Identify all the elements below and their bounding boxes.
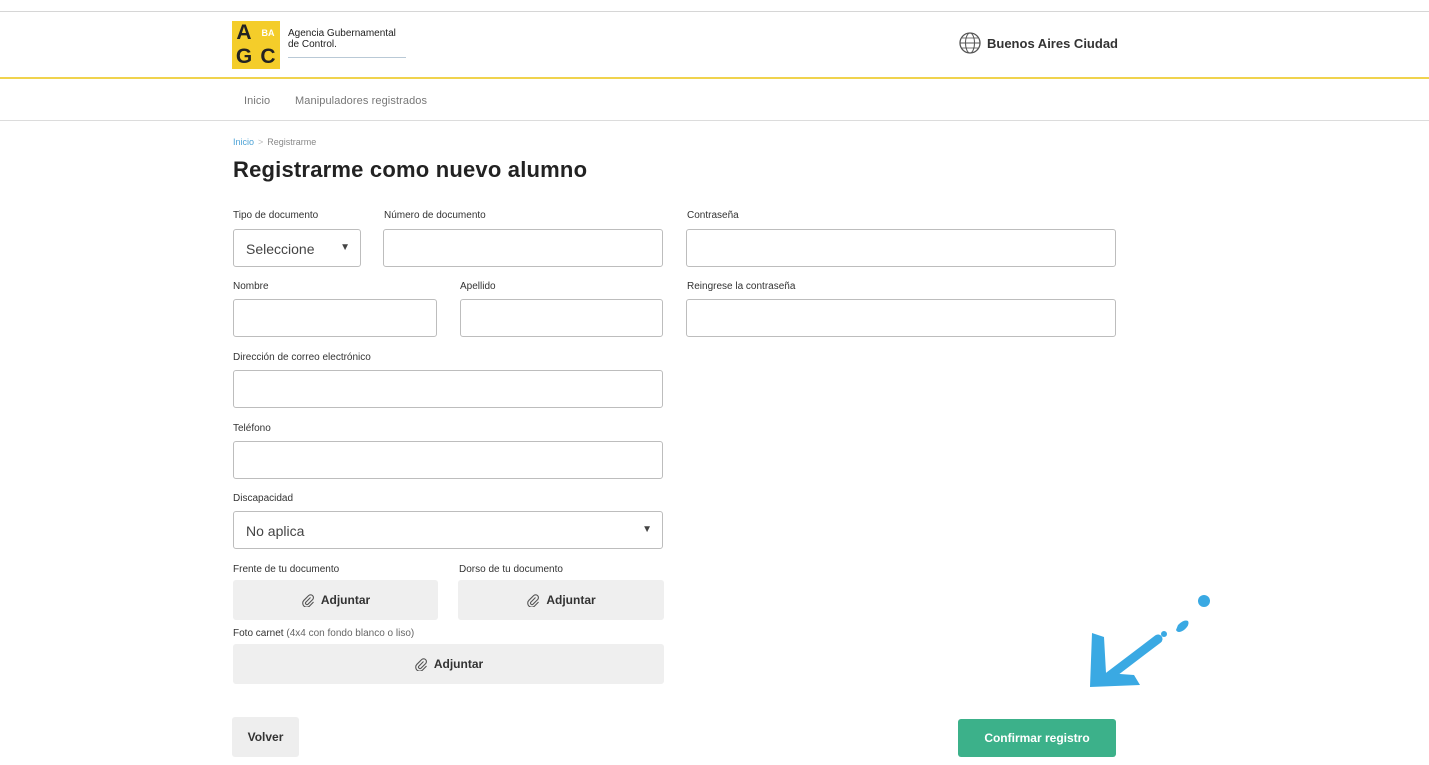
- foto-carnet-adjuntar-label: Adjuntar: [433, 657, 484, 671]
- annotation-arrow-icon: [1090, 595, 1210, 687]
- frente-adjuntar-label: Adjuntar: [320, 593, 371, 607]
- telefono-label: Teléfono: [233, 423, 271, 434]
- city-brand-label: Buenos Aires Ciudad: [987, 35, 1118, 51]
- back-button[interactable]: Volver: [232, 717, 299, 757]
- agency-name-line1: Agencia Gubernamental: [288, 28, 396, 39]
- dorso-documento-label: Dorso de tu documento: [459, 564, 563, 575]
- foto-carnet-label: Foto carnet (4x4 con fondo blanco o liso…: [233, 628, 414, 639]
- agency-name-line2: de Control.: [288, 39, 337, 50]
- numero-documento-input[interactable]: [383, 229, 663, 267]
- discapacidad-select[interactable]: No aplica ▼: [233, 511, 663, 549]
- breadcrumb: Inicio > Registrarme: [233, 137, 316, 147]
- contrasena-input[interactable]: [686, 229, 1116, 267]
- caret-down-icon: ▼: [340, 242, 350, 253]
- tipo-documento-label: Tipo de documento: [233, 210, 319, 221]
- nav-item-manipuladores[interactable]: Manipuladores registrados: [295, 95, 427, 107]
- foto-carnet-label-main: Foto carnet: [233, 628, 284, 639]
- paperclip-icon: [527, 594, 540, 607]
- telefono-input[interactable]: [233, 441, 663, 479]
- reingrese-contrasena-label: Reingrese la contraseña: [687, 281, 796, 292]
- dorso-adjuntar-label: Adjuntar: [546, 593, 596, 607]
- confirm-registration-button[interactable]: Confirmar registro: [958, 719, 1116, 757]
- dorso-adjuntar-button[interactable]: Adjuntar: [458, 580, 664, 620]
- logo-letter-g: G: [232, 45, 256, 69]
- nav-item-inicio[interactable]: Inicio: [244, 95, 270, 107]
- frente-adjuntar-button[interactable]: Adjuntar: [233, 580, 438, 620]
- top-divider: [0, 11, 1429, 12]
- contrasena-label: Contraseña: [687, 210, 739, 221]
- apellido-input[interactable]: [460, 299, 663, 337]
- email-input[interactable]: [233, 370, 663, 408]
- email-label: Dirección de correo electrónico: [233, 352, 371, 363]
- tipo-documento-value: Seleccione: [246, 241, 315, 257]
- agency-name: Agencia Gubernamental de Control.: [288, 28, 396, 50]
- foto-carnet-adjuntar-button[interactable]: Adjuntar: [233, 644, 664, 684]
- discapacidad-label: Discapacidad: [233, 493, 294, 504]
- nombre-input[interactable]: [233, 299, 437, 337]
- breadcrumb-separator: >: [258, 137, 264, 147]
- paperclip-icon: [302, 594, 314, 607]
- city-brand[interactable]: Buenos Aires Ciudad: [959, 32, 1118, 54]
- apellido-label: Apellido: [460, 281, 496, 292]
- agency-underline: [288, 57, 406, 58]
- numero-documento-label: Número de documento: [384, 210, 486, 221]
- caret-down-icon: ▼: [642, 524, 652, 535]
- discapacidad-value: No aplica: [246, 523, 305, 539]
- nav-divider: [0, 120, 1429, 121]
- breadcrumb-home[interactable]: Inicio: [233, 137, 254, 147]
- reingrese-contrasena-input[interactable]: [686, 299, 1116, 337]
- agc-logo[interactable]: A BA G C: [232, 21, 280, 69]
- breadcrumb-current: Registrarme: [267, 137, 317, 147]
- header-accent-rule: [0, 77, 1429, 79]
- tipo-documento-select[interactable]: Seleccione ▼: [233, 229, 361, 267]
- page-title: Registrarme como nuevo alumno: [233, 157, 588, 182]
- logo-badge-ba: BA: [256, 21, 280, 45]
- logo-letter-c: C: [256, 45, 280, 69]
- frente-documento-label: Frente de tu documento: [233, 564, 340, 575]
- nombre-label: Nombre: [233, 281, 269, 292]
- logo-letter-a: A: [232, 21, 256, 45]
- globe-icon: [959, 32, 981, 54]
- paperclip-icon: [415, 658, 427, 671]
- foto-carnet-hint: (4x4 con fondo blanco o liso): [286, 628, 415, 639]
